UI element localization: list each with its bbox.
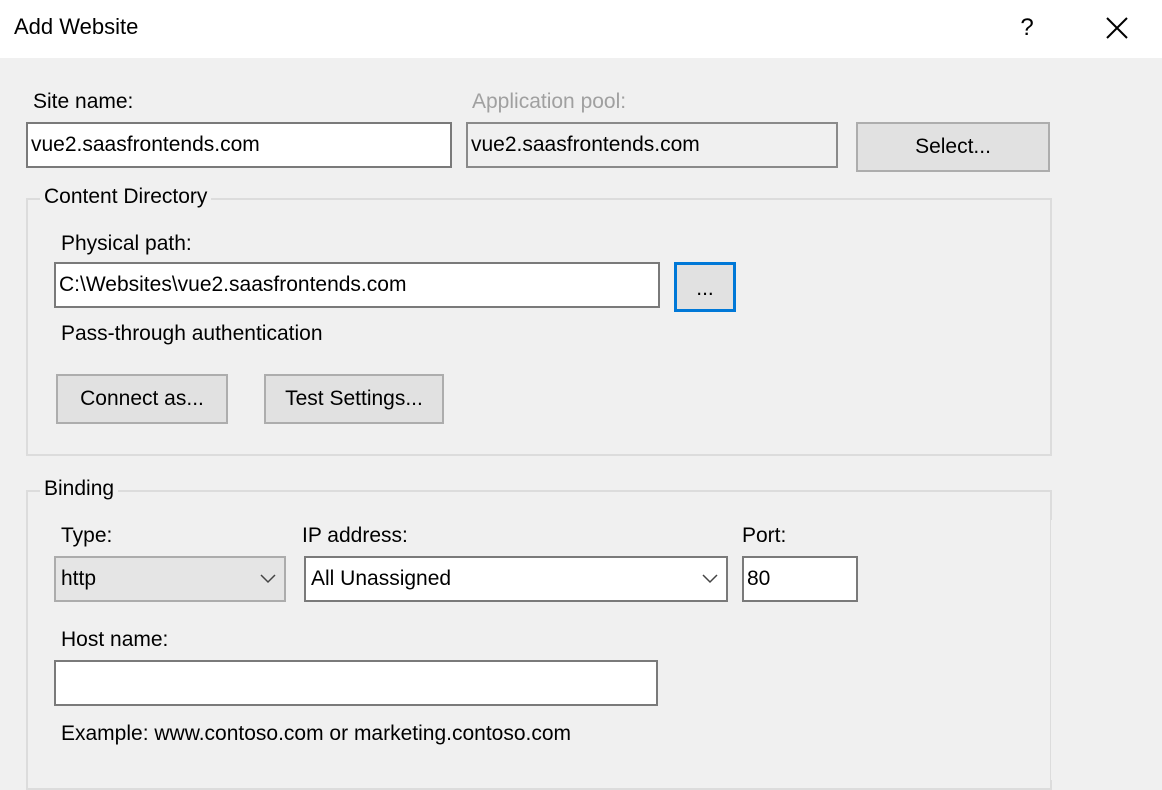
host-name-label: Host name:	[61, 628, 169, 651]
port-value: 80	[747, 567, 771, 590]
pass-through-authentication-label: Pass-through authentication	[61, 322, 323, 345]
close-icon	[1106, 17, 1128, 39]
host-name-example: Example: www.contoso.com or marketing.co…	[61, 722, 572, 745]
ip-address-dropdown[interactable]: All Unassigned	[304, 556, 728, 602]
port-input[interactable]: 80	[742, 556, 858, 602]
dialog-body: Site name: vue2.saasfrontends.com Applic…	[0, 58, 1162, 790]
test-settings-button[interactable]: Test Settings...	[264, 374, 444, 424]
physical-path-value: C:\Websites\vue2.saasfrontends.com	[59, 273, 407, 296]
type-value: http	[61, 567, 97, 590]
chevron-down-icon	[260, 574, 276, 584]
ip-address-value: All Unassigned	[311, 567, 452, 590]
ip-address-label: IP address:	[302, 524, 408, 547]
binding-title: Binding	[40, 477, 119, 501]
binding-group-mask	[1051, 520, 1057, 780]
chevron-down-icon	[702, 574, 718, 584]
type-label: Type:	[61, 524, 113, 547]
connect-as-button[interactable]: Connect as...	[56, 374, 228, 424]
content-directory-title: Content Directory	[40, 185, 212, 209]
title-bar: Add Website ?	[0, 0, 1162, 58]
site-name-value: vue2.saasfrontends.com	[31, 133, 260, 156]
help-button[interactable]: ?	[1004, 8, 1050, 48]
site-name-input[interactable]: vue2.saasfrontends.com	[26, 122, 452, 168]
browse-button[interactable]: ...	[674, 262, 736, 312]
application-pool-value: vue2.saasfrontends.com	[471, 133, 700, 156]
close-button[interactable]	[1094, 8, 1140, 48]
port-label: Port:	[742, 524, 787, 547]
physical-path-label: Physical path:	[61, 232, 192, 255]
application-pool-label: Application pool:	[472, 90, 627, 113]
host-name-input[interactable]	[54, 660, 658, 706]
application-pool-field: vue2.saasfrontends.com	[466, 122, 838, 168]
physical-path-input[interactable]: C:\Websites\vue2.saasfrontends.com	[54, 262, 660, 308]
select-button[interactable]: Select...	[856, 122, 1050, 172]
dialog-title: Add Website	[14, 14, 139, 39]
help-icon: ?	[1020, 14, 1034, 41]
site-name-label: Site name:	[33, 90, 134, 113]
type-dropdown[interactable]: http	[54, 556, 286, 602]
